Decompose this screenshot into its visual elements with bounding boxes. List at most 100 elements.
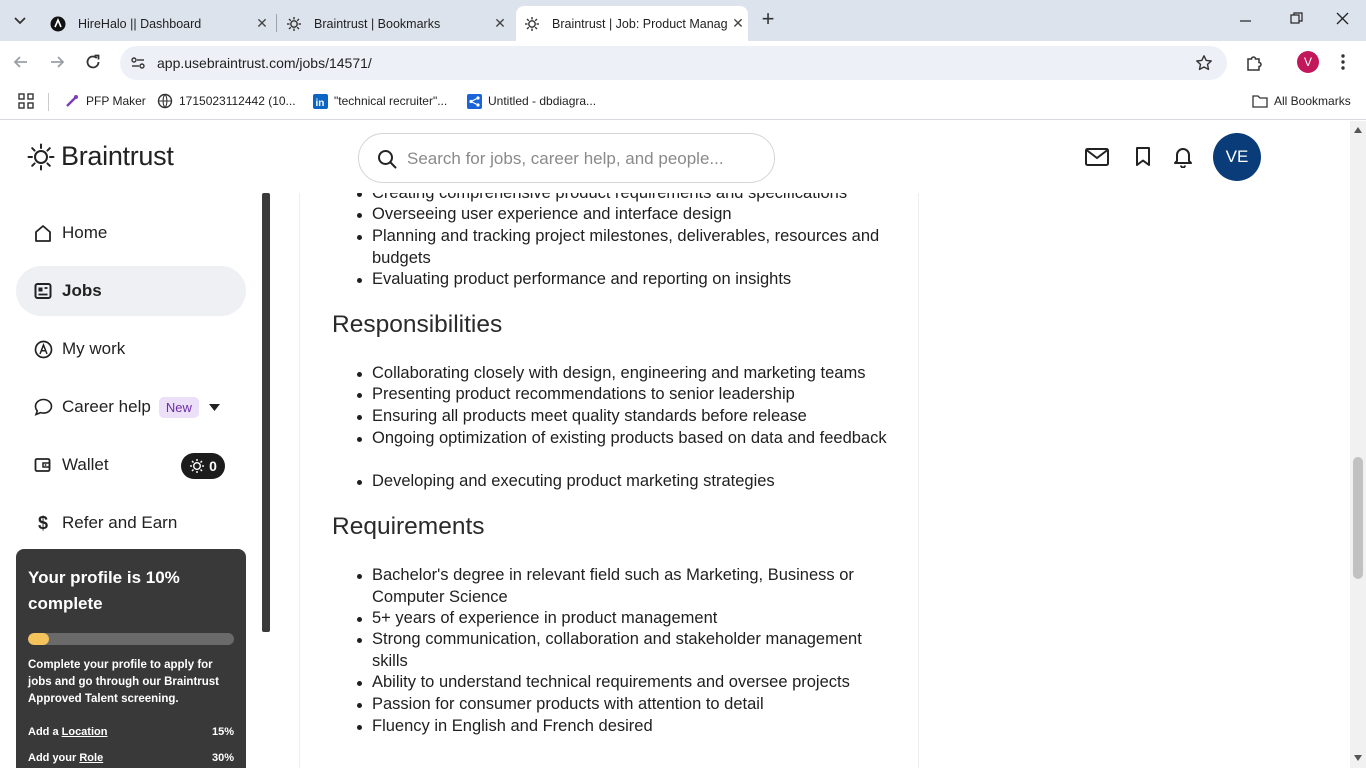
all-bookmarks-button[interactable]: All Bookmarks (1252, 93, 1351, 109)
apps-button[interactable] (18, 93, 34, 114)
sidebar-item-career-help[interactable]: Career help New (16, 382, 246, 432)
sidebar-item-refer-and-earn[interactable]: $ Refer and Earn (16, 498, 246, 548)
chevron-down-icon (14, 17, 26, 25)
add-location-link[interactable]: Location (62, 726, 108, 738)
notifications-button[interactable] (1173, 146, 1193, 173)
list-item: Strong communication, collaboration and … (357, 629, 892, 672)
svg-text:in: in (315, 98, 324, 109)
messages-button[interactable] (1085, 148, 1109, 171)
back-button[interactable] (12, 53, 30, 76)
puzzle-icon (1247, 56, 1262, 71)
list-item: Ensuring all products meet quality stand… (357, 406, 892, 428)
profile-progress-bar (28, 633, 234, 645)
profile-task-label: Add your Role (28, 752, 104, 764)
braintrust-logo-icon (27, 143, 55, 170)
close-icon[interactable]: ✕ (490, 14, 510, 34)
profile-task-row[interactable]: Add your Role 30% (28, 752, 234, 764)
braintrust-token-icon (190, 459, 205, 473)
forward-button[interactable] (48, 53, 66, 76)
tab-braintrust-bookmarks[interactable]: Braintrust | Bookmarks ✕ (278, 6, 510, 41)
minimize-button[interactable] (1240, 12, 1260, 28)
close-window-button[interactable] (1336, 12, 1356, 28)
search-icon (377, 149, 397, 174)
sidebar-item-label: Refer and Earn (62, 513, 178, 532)
new-tab-button[interactable]: + (756, 8, 780, 32)
dollar-icon: $ (37, 512, 48, 533)
close-icon[interactable]: ✕ (252, 14, 272, 34)
url-text[interactable]: app.usebraintrust.com/jobs/14571/ (157, 55, 372, 71)
sidebar-item-jobs[interactable]: Jobs (16, 266, 246, 316)
site-info-icon[interactable] (130, 55, 146, 76)
braintrust-logo[interactable]: Braintrust (27, 141, 174, 172)
browser-menu-button[interactable] (1340, 53, 1346, 76)
close-icon (1336, 12, 1349, 25)
pfp-maker-favicon (64, 93, 80, 109)
sidebar-item-label: Jobs (62, 281, 102, 300)
list-item: Overseeing user experience and interface… (357, 204, 892, 226)
tab-search-button[interactable] (8, 10, 32, 32)
apps-grid-icon (18, 93, 34, 109)
page-scrollbar-thumb[interactable] (1353, 457, 1363, 579)
profile-task-label: Add a Location (28, 726, 108, 738)
braintrust-favicon (286, 16, 302, 32)
bookmark-1715023112442[interactable]: 1715023112442 (10... (157, 93, 296, 109)
list-item: Ability to understand technical requirem… (357, 672, 892, 694)
sidebar-scrollbar[interactable] (262, 193, 270, 632)
page-scrollbar[interactable] (1350, 121, 1366, 768)
requirements-heading: Requirements (332, 513, 485, 540)
extensions-button[interactable] (1245, 53, 1264, 77)
caret-down-icon[interactable] (208, 398, 220, 416)
sidebar-item-label: My work (62, 339, 126, 358)
search-input[interactable]: Search for jobs, career help, and people… (358, 133, 775, 183)
add-role-link[interactable]: Role (79, 752, 103, 764)
bookmark-label: 1715023112442 (10... (179, 94, 296, 108)
tab-braintrust-job[interactable]: Braintrust | Job: Product Manag ✕ (516, 6, 748, 41)
jobs-icon (33, 281, 53, 301)
page-viewport: Creating comprehensive product requireme… (0, 121, 1366, 768)
tab-title: Braintrust | Bookmarks (314, 16, 441, 31)
reload-icon (86, 54, 100, 69)
profile-task-value: 30% (211, 752, 234, 764)
sidebar-item-home[interactable]: Home (16, 208, 246, 258)
wallet-icon (33, 455, 53, 475)
tab-title: Braintrust | Job: Product Manag (552, 16, 728, 31)
profile-task-row[interactable]: Add a Location 15% (28, 726, 234, 738)
sidebar-item-label: Wallet (62, 455, 109, 474)
tab-title: HireHalo || Dashboard (78, 16, 202, 31)
site-header: Braintrust Search for jobs, career help,… (0, 121, 1350, 193)
avatar[interactable]: VE (1213, 133, 1261, 181)
restore-button[interactable] (1290, 12, 1310, 28)
list-item: Fluency in English and French desired (357, 716, 892, 738)
bookmark-star-icon[interactable] (1195, 54, 1213, 77)
chat-bubble-icon (33, 397, 53, 417)
globe-icon (157, 93, 173, 109)
list-item: 5+ years of experience in product manage… (357, 608, 892, 630)
profile-initial: V (1303, 55, 1312, 69)
dbdiagram-icon (466, 93, 482, 109)
bookmark-dbdiagram[interactable]: Untitled - dbdiagra... (466, 93, 596, 109)
forward-arrow-icon (51, 56, 65, 68)
list-item: Bachelor's degree in relevant field such… (357, 565, 892, 608)
bookmark-technical-recruiter[interactable]: in "technical recruiter"... (312, 93, 447, 109)
profile-completion-title: Your profile is 10% complete (28, 568, 180, 613)
sidebar-item-my-work[interactable]: My work (16, 324, 246, 374)
list-item: Ongoing optimization of existing product… (357, 428, 892, 450)
linkedin-icon: in (312, 93, 328, 109)
sidebar-item-label: Career help (62, 397, 151, 416)
sidebar-item-wallet[interactable]: Wallet 0 (16, 440, 246, 490)
tab-hirehalo[interactable]: HireHalo || Dashboard ✕ (40, 6, 272, 41)
profile-progress-fill (28, 633, 49, 645)
reload-button[interactable] (84, 53, 102, 76)
profile-completion-card: Your profile is 10% complete Complete yo… (16, 549, 246, 768)
more-vertical-icon (1341, 54, 1345, 70)
minimize-icon (1240, 20, 1251, 22)
saved-jobs-button[interactable] (1135, 147, 1151, 172)
address-bar[interactable]: app.usebraintrust.com/jobs/14571/ (120, 46, 1227, 80)
scroll-down-icon (1354, 755, 1362, 761)
close-icon[interactable]: ✕ (728, 14, 748, 34)
avatar-initials: VE (1225, 147, 1249, 166)
bell-icon (1174, 148, 1192, 169)
bookmark-pfp-maker[interactable]: PFP Maker (64, 93, 146, 109)
browser-tab-strip: HireHalo || Dashboard ✕ Braintrust | Boo… (0, 0, 1366, 41)
profile-button[interactable]: V (1297, 51, 1319, 73)
